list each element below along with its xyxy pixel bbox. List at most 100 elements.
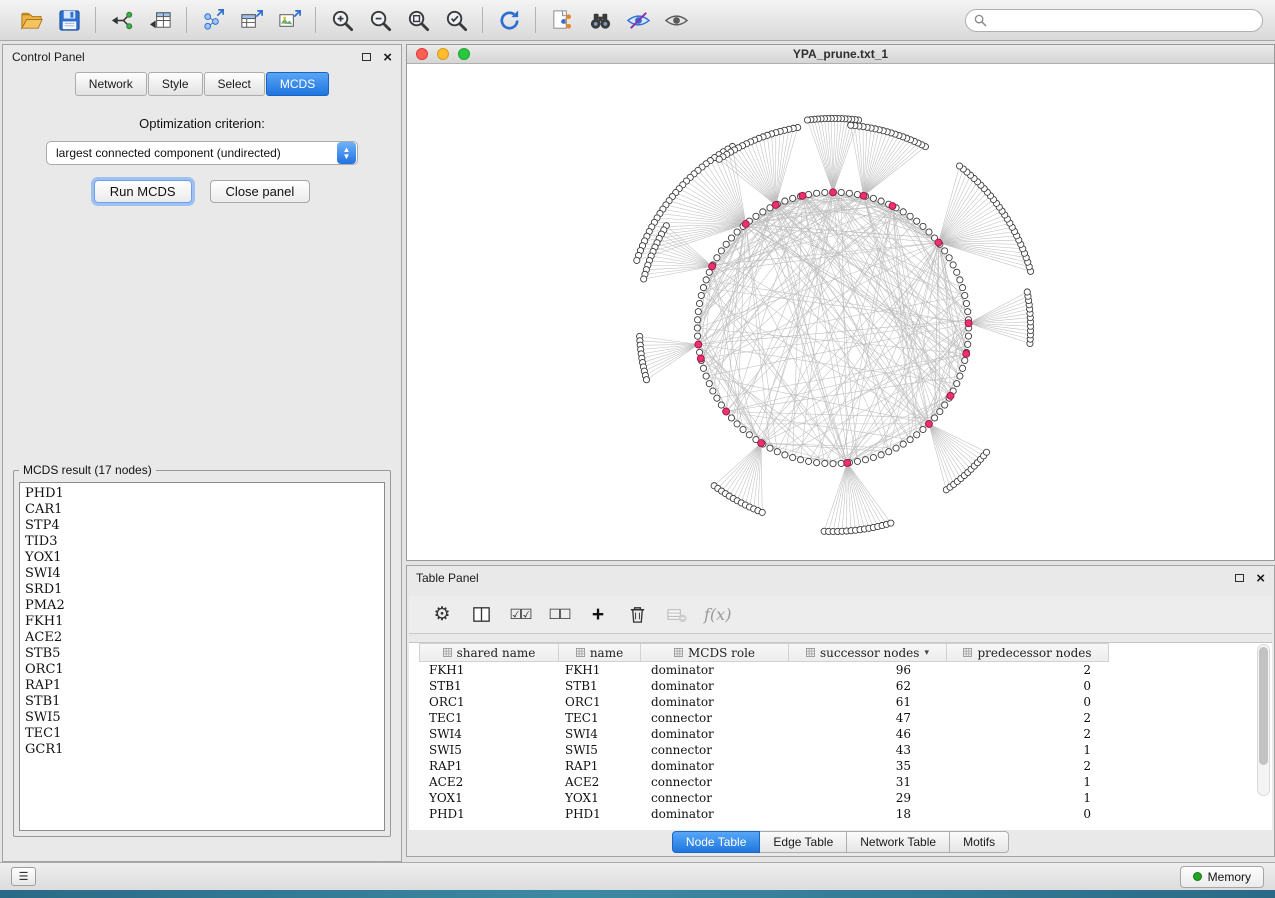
table-cell[interactable]: 61 <box>789 694 947 710</box>
window-maximize-button[interactable] <box>458 48 470 60</box>
mcds-result-item[interactable]: PHD1 <box>25 486 379 502</box>
mcds-result-item[interactable]: CAR1 <box>25 502 379 518</box>
table-row[interactable]: PHD1PHD1dominator180 <box>419 806 1272 822</box>
mcds-result-item[interactable]: ORC1 <box>25 662 379 678</box>
table-cell[interactable]: STB1 <box>419 678 559 694</box>
status-menu-button[interactable]: ☰ <box>11 867 36 886</box>
mcds-result-item[interactable]: SWI5 <box>25 710 379 726</box>
tab-select[interactable]: Select <box>204 72 265 96</box>
table-cell[interactable]: 0 <box>947 694 1109 710</box>
window-close-button[interactable] <box>416 48 428 60</box>
table-cell[interactable]: connector <box>641 774 789 790</box>
table-cell[interactable]: RAP1 <box>419 758 559 774</box>
table-cell[interactable]: ACE2 <box>419 774 559 790</box>
tab-motifs[interactable]: Motifs <box>950 831 1009 853</box>
table-cell[interactable]: TEC1 <box>559 710 641 726</box>
table-cell[interactable]: dominator <box>641 694 789 710</box>
zoom-in-button[interactable] <box>323 4 361 36</box>
create-column-button[interactable]: + <box>587 603 609 627</box>
zoom-out-button[interactable] <box>361 4 399 36</box>
table-scrollbar-thumb[interactable] <box>1259 647 1268 765</box>
table-cell[interactable]: FKH1 <box>559 662 641 678</box>
deselect-all-button[interactable]: ☐☐ <box>548 603 570 627</box>
column-header-MCDS-role[interactable]: MCDS role <box>641 643 789 662</box>
table-row[interactable]: ORC1ORC1dominator610 <box>419 694 1272 710</box>
column-header-predecessor-nodes[interactable]: predecessor nodes <box>947 643 1109 662</box>
memory-button[interactable]: Memory <box>1180 866 1264 888</box>
close-panel-button[interactable]: Close panel <box>210 180 311 203</box>
network-graph[interactable] <box>407 64 1274 560</box>
table-cell[interactable]: 2 <box>947 726 1109 742</box>
mcds-result-list[interactable]: PHD1CAR1STP4TID3YOX1SWI4SRD1PMA2FKH1ACE2… <box>19 482 385 831</box>
mcds-result-item[interactable]: FKH1 <box>25 614 379 630</box>
find-binoculars-button[interactable] <box>581 4 619 36</box>
table-cell[interactable]: PHD1 <box>419 806 559 822</box>
show-columns-button[interactable] <box>470 603 492 627</box>
table-cell[interactable]: FKH1 <box>419 662 559 678</box>
table-cell[interactable]: 0 <box>947 678 1109 694</box>
table-cell[interactable]: connector <box>641 742 789 758</box>
column-header-name[interactable]: name <box>559 643 641 662</box>
tab-style[interactable]: Style <box>148 72 203 96</box>
zoom-fit-button[interactable] <box>399 4 437 36</box>
import-table-button[interactable] <box>141 4 179 36</box>
tab-edge-table[interactable]: Edge Table <box>760 831 847 853</box>
table-cell[interactable]: RAP1 <box>559 758 641 774</box>
table-cell[interactable]: connector <box>641 790 789 806</box>
table-cell[interactable]: 2 <box>947 710 1109 726</box>
export-table-button[interactable] <box>232 4 270 36</box>
table-cell[interactable]: 2 <box>947 758 1109 774</box>
import-network-button[interactable] <box>103 4 141 36</box>
table-cell[interactable]: 46 <box>789 726 947 742</box>
delete-column-button[interactable] <box>626 603 648 627</box>
tab-network-table[interactable]: Network Table <box>847 831 950 853</box>
table-cell[interactable]: 29 <box>789 790 947 806</box>
mcds-result-item[interactable]: STB5 <box>25 646 379 662</box>
open-session-button[interactable] <box>12 4 50 36</box>
mcds-result-item[interactable]: STB1 <box>25 694 379 710</box>
table-cell[interactable]: SWI4 <box>419 726 559 742</box>
mcds-result-item[interactable]: PMA2 <box>25 598 379 614</box>
table-cell[interactable]: dominator <box>641 726 789 742</box>
table-cell[interactable]: 2 <box>947 662 1109 678</box>
mcds-result-item[interactable]: ACE2 <box>25 630 379 646</box>
tab-mcds[interactable]: MCDS <box>266 72 329 96</box>
float-panel-icon[interactable] <box>362 53 371 61</box>
window-minimize-button[interactable] <box>437 48 449 60</box>
table-cell[interactable]: 35 <box>789 758 947 774</box>
table-cell[interactable]: 1 <box>947 790 1109 806</box>
graphics-details-button[interactable] <box>619 4 657 36</box>
tab-node-table[interactable]: Node Table <box>672 831 761 853</box>
table-row[interactable]: FKH1FKH1dominator962 <box>419 662 1272 678</box>
table-cell[interactable]: 0 <box>947 806 1109 822</box>
table-cell[interactable]: connector <box>641 710 789 726</box>
mcds-result-item[interactable]: STP4 <box>25 518 379 534</box>
save-session-button[interactable] <box>50 4 88 36</box>
table-cell[interactable]: 1 <box>947 774 1109 790</box>
table-cell[interactable]: ACE2 <box>559 774 641 790</box>
export-network-button[interactable] <box>194 4 232 36</box>
select-all-button[interactable]: ☑☑ <box>509 603 531 627</box>
table-cell[interactable]: 31 <box>789 774 947 790</box>
table-row[interactable]: RAP1RAP1dominator352 <box>419 758 1272 774</box>
table-cell[interactable]: 47 <box>789 710 947 726</box>
close-panel-icon[interactable]: × <box>383 50 392 65</box>
table-row[interactable]: YOX1YOX1connector291 <box>419 790 1272 806</box>
table-cell[interactable]: SWI5 <box>559 742 641 758</box>
column-header-shared-name[interactable]: shared name <box>419 643 559 662</box>
export-image-button[interactable] <box>270 4 308 36</box>
table-scrollbar[interactable] <box>1257 644 1270 796</box>
mcds-result-item[interactable]: YOX1 <box>25 550 379 566</box>
mcds-result-item[interactable]: TID3 <box>25 534 379 550</box>
table-cell[interactable]: TEC1 <box>419 710 559 726</box>
mcds-result-item[interactable]: RAP1 <box>25 678 379 694</box>
table-cell[interactable]: dominator <box>641 806 789 822</box>
table-cell[interactable]: dominator <box>641 758 789 774</box>
table-cell[interactable]: SWI5 <box>419 742 559 758</box>
tab-network[interactable]: Network <box>75 72 147 96</box>
table-cell[interactable]: PHD1 <box>559 806 641 822</box>
table-cell[interactable]: ORC1 <box>559 694 641 710</box>
table-cell[interactable]: YOX1 <box>559 790 641 806</box>
mcds-result-item[interactable]: TEC1 <box>25 726 379 742</box>
table-row[interactable]: STB1STB1dominator620 <box>419 678 1272 694</box>
